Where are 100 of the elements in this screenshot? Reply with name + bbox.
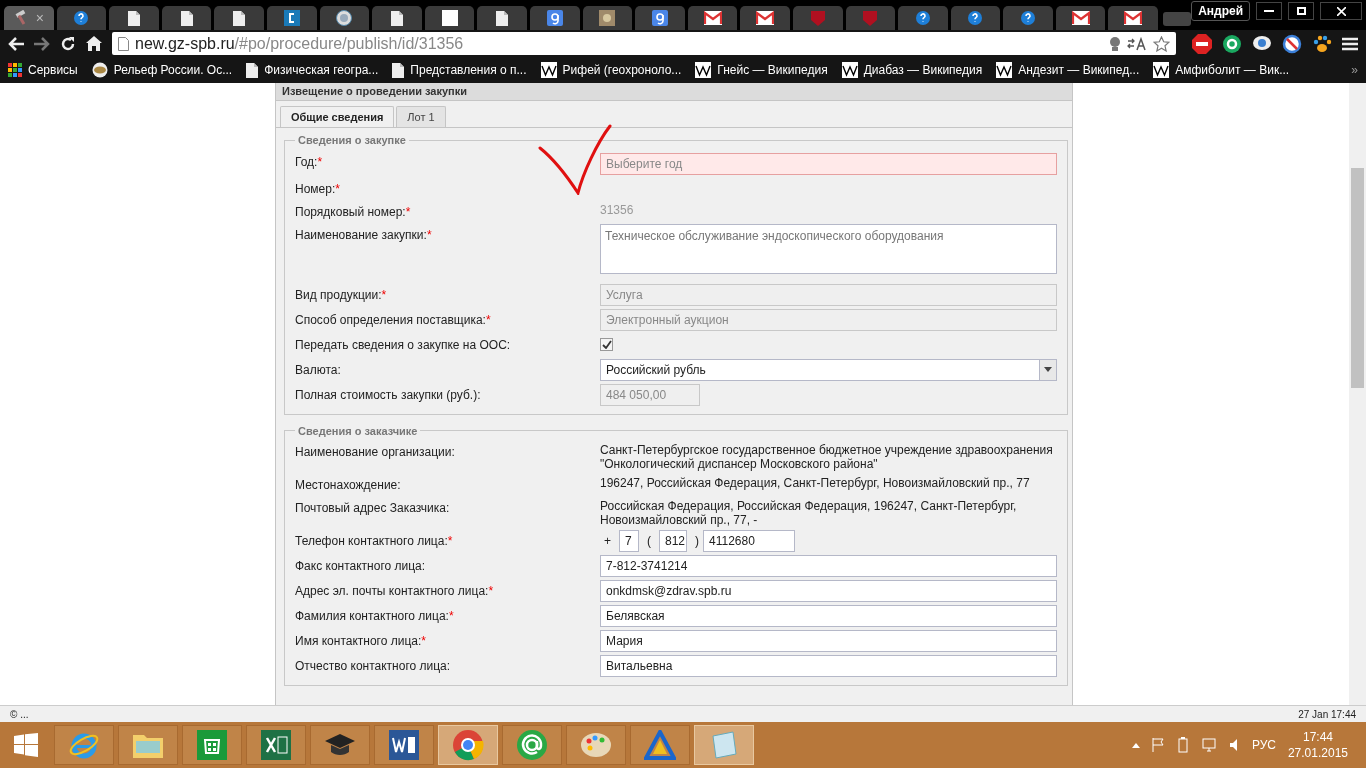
browser-tab[interactable] [740, 6, 790, 30]
bookmark-link[interactable]: Рельеф России. Ос... [91, 61, 233, 79]
taskbar-app[interactable] [438, 725, 498, 765]
clock[interactable]: 17:44 27.01.2015 [1287, 729, 1348, 761]
browser-tab[interactable] [56, 6, 107, 30]
browser-tab[interactable] [950, 6, 1001, 30]
browser-tab[interactable] [529, 6, 580, 30]
browser-tab[interactable] [109, 6, 159, 30]
language-indicator[interactable]: РУС [1251, 736, 1276, 754]
page-icon [390, 10, 403, 26]
battery-icon[interactable] [1175, 737, 1190, 753]
taskbar-app[interactable] [118, 725, 178, 765]
browser-tab[interactable] [477, 6, 527, 30]
bookmark-link[interactable]: Гнейс — Википедия [695, 61, 828, 79]
star-icon[interactable] [1153, 35, 1170, 52]
close-tab-button[interactable]: × [35, 7, 44, 29]
browser-tab[interactable] [214, 6, 264, 30]
taskbar-app[interactable] [182, 725, 242, 765]
bookmark-link[interactable]: Сервисы [8, 61, 78, 79]
country-code-field[interactable]: 7 [619, 530, 639, 552]
form-tab[interactable]: Лот 1 [396, 106, 446, 127]
wiki-icon [996, 62, 1013, 78]
year-select[interactable]: Выберите год [600, 152, 1057, 175]
browser-tab[interactable] [582, 6, 633, 30]
minimize-button[interactable] [1256, 2, 1283, 20]
text-field[interactable]: Витальевна [600, 655, 1057, 677]
scrollbar[interactable] [1349, 83, 1366, 705]
currency-dropdown[interactable]: Российский рубль [600, 358, 1057, 381]
required-mark: * [421, 633, 426, 649]
browser-tab[interactable] [266, 6, 317, 30]
lightbulb-icon[interactable] [1109, 35, 1121, 52]
form-tab[interactable]: Общие сведения [280, 106, 395, 127]
browser-tab[interactable] [1055, 6, 1106, 30]
bookmark-link[interactable]: Андезит — Википед... [996, 61, 1140, 79]
document-w-icon [389, 730, 419, 760]
taskbar-app[interactable] [374, 725, 434, 765]
bookmark-link[interactable]: Представления о п... [392, 61, 527, 79]
text-field[interactable]: 7-812-3741214 [600, 555, 1057, 577]
text-field[interactable]: Мария [600, 630, 1057, 652]
more-bookmarks-button[interactable]: » [1351, 61, 1358, 79]
triangle-icon [644, 730, 676, 760]
field-value: Санкт-Петербургское государственное бюджетное учреждение здравоохранения "Онкологический диспансер Московского района" [600, 442, 1054, 471]
browser-tab[interactable] [161, 6, 212, 30]
forward-icon[interactable] [34, 36, 50, 51]
restore-button[interactable] [1288, 2, 1315, 20]
network-icon[interactable] [1201, 738, 1218, 752]
mail-icon [1124, 11, 1143, 25]
required-mark: * [488, 583, 494, 599]
close-button[interactable] [1320, 2, 1363, 20]
profile-name[interactable]: Андрей [1191, 1, 1251, 21]
bookmark-link[interactable]: Рифей (геохроноло... [540, 61, 682, 79]
browser-tab[interactable] [1108, 6, 1159, 30]
taskbar-app[interactable] [246, 725, 306, 765]
dropdown-trigger[interactable] [1039, 359, 1056, 380]
taskbar-app[interactable] [630, 725, 690, 765]
wiki-icon [695, 62, 712, 78]
phone-number-field[interactable]: 4112680 [703, 530, 795, 552]
home-icon[interactable] [86, 36, 102, 51]
browser-tab[interactable] [635, 6, 685, 30]
area-code-field[interactable]: 812 [659, 530, 687, 552]
shield-icon [863, 10, 878, 26]
bookmark-link[interactable]: Диабаз — Википедия [841, 61, 983, 79]
text-field[interactable]: onkdmsk@zdrav.spb.ru [600, 580, 1057, 602]
taskbar-app[interactable] [310, 725, 370, 765]
stop-sign-icon[interactable] [1192, 33, 1212, 54]
translate-icon[interactable] [1127, 36, 1147, 51]
paw-icon[interactable] [1312, 33, 1332, 54]
scrollbar-thumb[interactable] [1351, 168, 1364, 388]
text-field[interactable]: Белявская [600, 605, 1057, 627]
field-label: Отчество контактного лица: [295, 658, 451, 674]
field-label: Факс контактного лица: [295, 558, 426, 574]
speaker-icon[interactable] [1229, 739, 1240, 751]
help-icon [967, 10, 984, 26]
browser-tab[interactable] [319, 6, 370, 30]
browser-tab[interactable] [424, 6, 475, 30]
help-icon [914, 10, 931, 26]
section-title: Сведения о заказчике [297, 423, 419, 439]
field-label: Наименование организации: [295, 444, 455, 460]
dropdown-value: Российский рубль [605, 361, 707, 379]
circle-a-icon[interactable] [1222, 33, 1242, 54]
reload-icon[interactable] [60, 35, 76, 52]
checkbox[interactable] [600, 338, 613, 351]
speech-bubble-icon[interactable] [1252, 34, 1272, 53]
help-icon [73, 10, 90, 26]
emblem-icon [336, 10, 353, 26]
palette-icon [580, 731, 612, 759]
menu-icon[interactable] [1342, 36, 1358, 51]
browser-tab[interactable] [372, 6, 422, 30]
browser-tab[interactable] [687, 6, 738, 30]
textarea-field[interactable]: Техническое обслуживание эндоскопического оборудования [600, 223, 1057, 274]
caret-up-icon[interactable] [1131, 742, 1140, 748]
bookmark-link[interactable]: Физическая геогра... [246, 61, 379, 79]
address-bar[interactable]: new.gz-spb.ru/#po/procedure/publish/id/31356 [112, 32, 1176, 55]
taskbar-app[interactable] [502, 725, 562, 765]
flag-icon[interactable] [1151, 738, 1164, 752]
taskbar-app[interactable] [566, 725, 626, 765]
back-icon[interactable] [8, 36, 24, 51]
browser-tab[interactable]: × [4, 6, 54, 30]
blocked-icon[interactable] [1282, 33, 1302, 54]
bookmark-link[interactable]: Амфиболит — Вик... [1153, 61, 1290, 79]
